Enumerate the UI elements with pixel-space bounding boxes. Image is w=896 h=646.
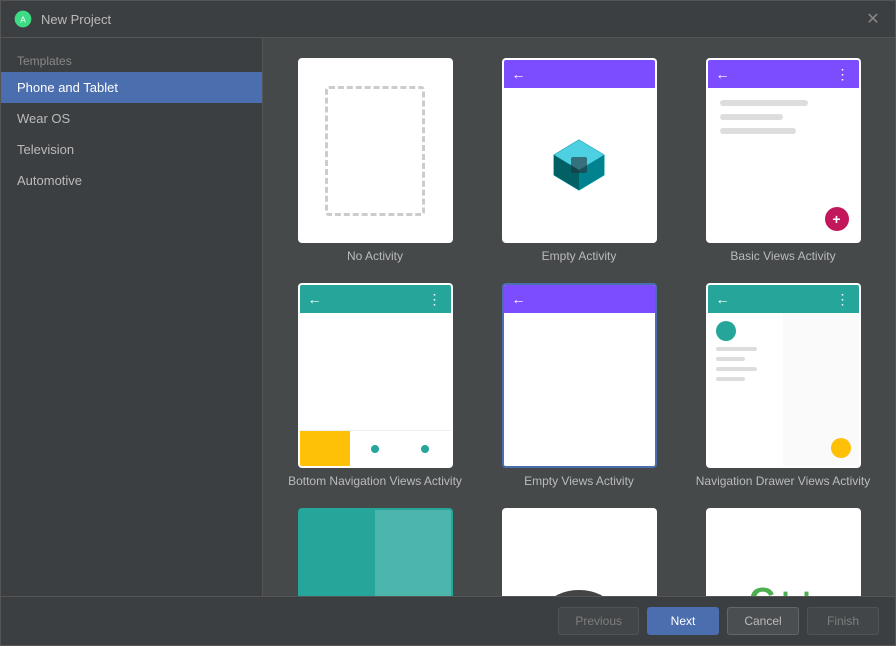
drawer-avatar [716, 321, 736, 341]
finish-button[interactable]: Finish [807, 607, 879, 635]
fab-plus: + [825, 207, 849, 231]
content-area: Templates Phone and Tablet Wear OS Telev… [1, 38, 895, 596]
sidebar-item-phone-tablet[interactable]: Phone and Tablet [1, 72, 262, 103]
game-container [504, 510, 655, 596]
menu-dots-basic: ⋮ [836, 66, 851, 83]
empty-views-header: ← [504, 285, 655, 313]
sidebar-section-label: Templates [1, 46, 262, 72]
template-preview-responsive [298, 508, 453, 596]
cpp-text: C++ [749, 580, 817, 597]
title-bar-left: A New Project [13, 9, 111, 29]
back-arrow-bn: ← [308, 291, 322, 307]
drawer-line-3 [716, 367, 758, 371]
cpp-container: C++ [708, 510, 859, 596]
empty-views-body [504, 313, 655, 466]
grid-cell-1 [300, 510, 376, 596]
close-button[interactable]: ✕ [863, 9, 883, 29]
bottom-nav-item-3 [400, 431, 450, 466]
menu-dots-bn: ⋮ [428, 291, 443, 308]
bottom-nav-bar [300, 430, 451, 466]
template-label-nav-drawer: Navigation Drawer Views Activity [696, 474, 871, 488]
previous-button[interactable]: Previous [558, 607, 639, 635]
template-responsive-activity[interactable]: Responsive Views Activity [283, 508, 467, 596]
template-label-empty-activity: Empty Activity [542, 249, 617, 263]
bottom-nav-item-1 [300, 431, 350, 466]
drawer-line-1 [716, 347, 758, 351]
drawer-panel [708, 313, 784, 466]
footer: Previous Next Cancel Finish [1, 596, 895, 645]
no-activity-dashed-box [325, 86, 425, 216]
svg-text:A: A [20, 14, 26, 24]
drawer-main-panel [783, 313, 859, 466]
basic-views-body: + [708, 88, 859, 241]
sidebar-item-wear-os[interactable]: Wear OS [1, 103, 262, 134]
template-label-bottom-nav: Bottom Navigation Views Activity [288, 474, 462, 488]
next-button[interactable]: Next [647, 607, 719, 635]
template-empty-activity[interactable]: ← Empty [487, 58, 671, 263]
template-basic-views-activity[interactable]: ← ⋮ + Basic Views Activity [691, 58, 875, 263]
empty-activity-header: ← [504, 60, 655, 88]
template-label-empty-views: Empty Views Activity [524, 474, 634, 488]
template-preview-empty-activity: ← [502, 58, 657, 243]
menu-dots-nd: ⋮ [836, 291, 851, 308]
cube-icon [549, 135, 609, 195]
template-empty-views-activity[interactable]: ← Empty Views Activity [487, 283, 671, 488]
back-arrow-nd: ← [716, 291, 730, 307]
template-preview-empty-views: ← [502, 283, 657, 468]
bottom-nav-item-2 [350, 431, 400, 466]
template-preview-basic-views: ← ⋮ + [706, 58, 861, 243]
game-controller-icon [544, 576, 614, 597]
sidebar-item-television[interactable]: Television [1, 134, 262, 165]
new-project-dialog: A New Project ✕ Templates Phone and Tabl… [0, 0, 896, 646]
dialog-title: New Project [41, 12, 111, 27]
basic-views-header: ← ⋮ [708, 60, 859, 88]
template-preview-game [502, 508, 657, 596]
template-preview-cpp: C++ [706, 508, 861, 596]
back-arrow-ev: ← [512, 291, 526, 307]
template-bottom-nav-activity[interactable]: ← ⋮ [283, 283, 467, 488]
bottom-nav-body [300, 313, 451, 430]
back-arrow: ← [512, 66, 526, 82]
android-icon: A [13, 9, 33, 29]
templates-grid: No Activity ← [263, 38, 895, 596]
title-bar: A New Project ✕ [1, 1, 895, 38]
grid-preview [300, 510, 451, 596]
template-label-no-activity: No Activity [347, 249, 403, 263]
grid-cell-2 [375, 510, 451, 596]
empty-activity-body [504, 88, 655, 241]
drawer-line-4 [716, 377, 746, 381]
nav-drawer-body [708, 313, 859, 466]
drawer-line-2 [716, 357, 746, 361]
template-nav-drawer-activity[interactable]: ← ⋮ [691, 283, 875, 488]
sidebar: Templates Phone and Tablet Wear OS Telev… [1, 38, 263, 596]
cancel-button[interactable]: Cancel [727, 607, 799, 635]
template-label-basic-views: Basic Views Activity [730, 249, 835, 263]
template-preview-nav-drawer: ← ⋮ [706, 283, 861, 468]
bottom-nav-header: ← ⋮ [300, 285, 451, 313]
template-game-activity[interactable]: Game Activity [487, 508, 671, 596]
sidebar-item-automotive[interactable]: Automotive [1, 165, 262, 196]
back-arrow-basic: ← [716, 66, 730, 82]
template-no-activity[interactable]: No Activity [283, 58, 467, 263]
template-preview-bottom-nav: ← ⋮ [298, 283, 453, 468]
template-native-cpp[interactable]: C++ Native C++ [691, 508, 875, 596]
fab-yellow [831, 438, 851, 458]
nav-drawer-header: ← ⋮ [708, 285, 859, 313]
main-area: No Activity ← [263, 38, 895, 596]
template-preview-no-activity [298, 58, 453, 243]
